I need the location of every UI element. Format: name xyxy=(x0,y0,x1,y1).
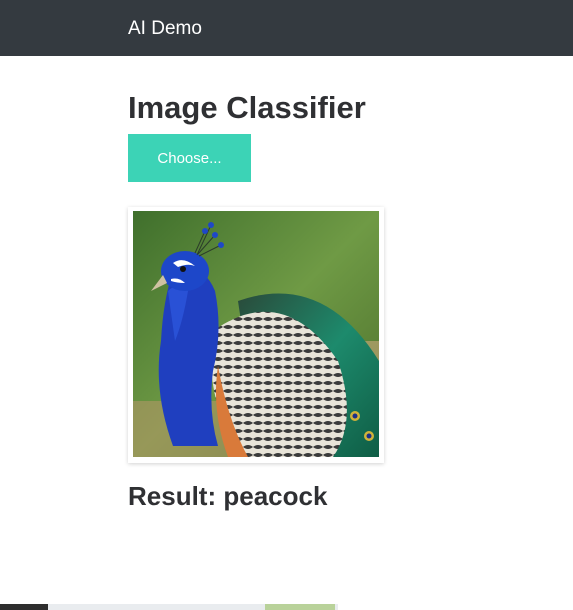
strip-segment xyxy=(265,604,335,610)
strip-segment xyxy=(0,604,48,610)
top-navbar: AI Demo xyxy=(0,0,573,56)
bottom-edge-strip xyxy=(0,604,573,610)
peacock-image xyxy=(133,211,379,457)
result-prefix: Result: xyxy=(128,481,217,511)
result-value: peacock xyxy=(223,481,328,511)
choose-file-button[interactable]: Choose... xyxy=(128,134,251,182)
page-title: Image Classifier xyxy=(128,90,366,125)
uploaded-image-preview xyxy=(128,207,384,463)
brand-link[interactable]: AI Demo xyxy=(128,18,202,40)
result-heading: Result: peacock xyxy=(128,478,327,514)
